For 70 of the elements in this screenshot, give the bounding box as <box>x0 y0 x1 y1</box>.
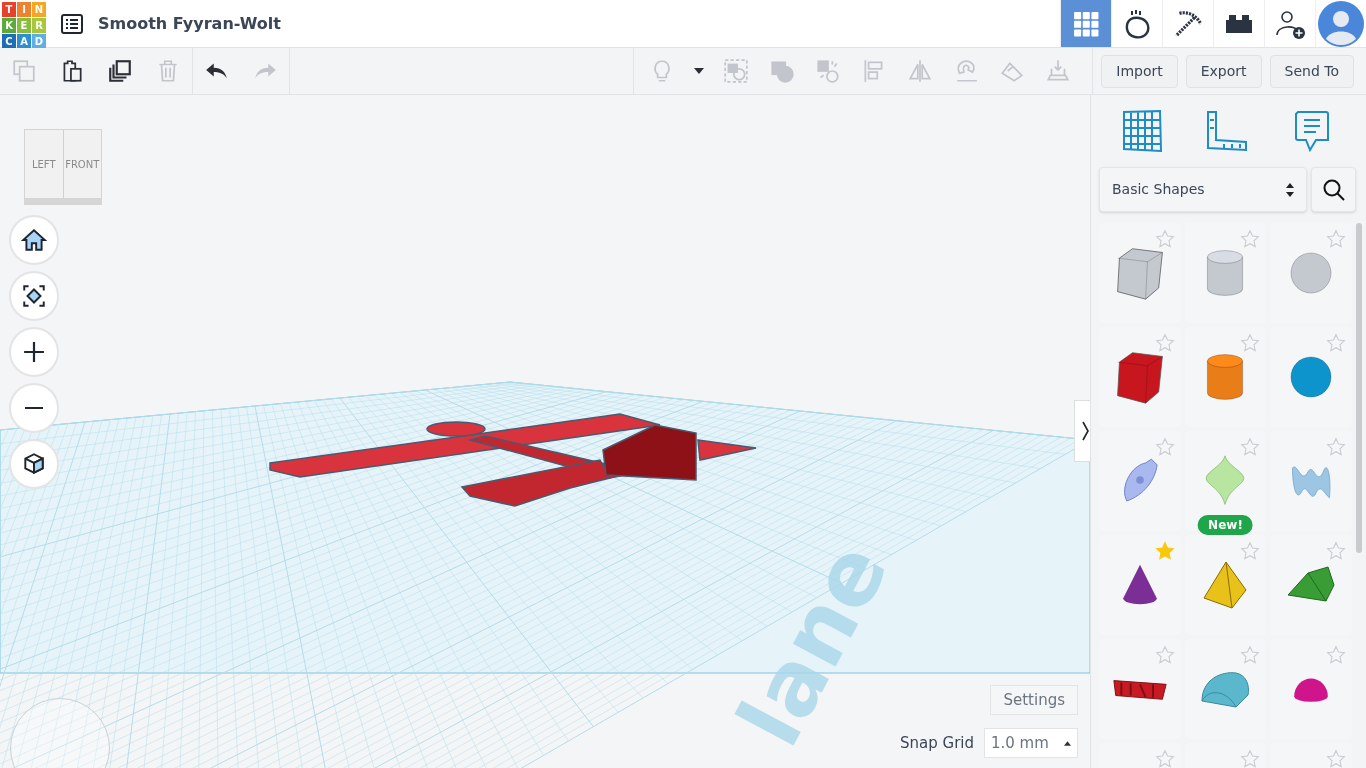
favorite-star-icon[interactable] <box>1240 749 1261 768</box>
brick-icon <box>1225 13 1253 34</box>
action-button[interactable]: Send To <box>1269 54 1354 88</box>
new-badge: New! <box>1198 515 1253 535</box>
logo[interactable]: T I N K E R C A D <box>2 1 46 46</box>
toolbar-button[interactable] <box>106 57 134 85</box>
logo-letter: N <box>32 1 46 17</box>
search-icon <box>1321 177 1346 202</box>
ruler-icon <box>1205 110 1248 152</box>
category-select[interactable]: Basic Shapes <box>1099 167 1307 212</box>
settings-button[interactable]: Settings <box>990 685 1078 715</box>
favorite-star-icon[interactable] <box>1154 229 1175 249</box>
scrollbar[interactable] <box>1356 223 1362 553</box>
cube-face-label: FRONT <box>64 157 101 172</box>
favorite-star-icon[interactable] <box>1326 749 1346 768</box>
view-control-button[interactable] <box>9 327 59 377</box>
action-button[interactable]: Export <box>1185 54 1262 88</box>
favorite-star-icon[interactable] <box>1154 645 1175 665</box>
design-title[interactable]: Smooth Fyyran-Wolt <box>98 11 281 36</box>
logo-letter: C <box>2 33 16 49</box>
favorite-star-icon[interactable] <box>1326 541 1346 561</box>
note-icon <box>1293 110 1330 152</box>
logo-letter: T <box>2 1 16 17</box>
logo-letter: D <box>32 33 46 49</box>
group-frame-icon <box>723 58 750 84</box>
grid-icon <box>1073 10 1099 37</box>
favorite-star-icon[interactable] <box>1154 749 1175 768</box>
mirror-icon <box>907 58 934 84</box>
zoom-in-icon <box>23 341 45 363</box>
favorite-star-icon[interactable] <box>1240 229 1261 249</box>
logo-letter: E <box>17 17 31 33</box>
favorite-star-icon[interactable] <box>1154 541 1175 561</box>
view-control-button[interactable] <box>9 215 59 265</box>
cube-face-label: LEFT <box>25 130 64 198</box>
drop-to-plane-icon <box>1045 58 1072 84</box>
logo-letter: K <box>2 17 16 33</box>
favorite-star-icon[interactable] <box>1326 333 1346 353</box>
favorite-star-icon[interactable] <box>1326 229 1346 249</box>
sort-caret-icon <box>1286 182 1294 197</box>
favorite-star-icon[interactable] <box>1240 645 1261 665</box>
favorite-star-icon[interactable] <box>1154 333 1175 353</box>
favorite-star-icon[interactable] <box>1326 437 1346 457</box>
ungroup-icon <box>815 58 842 84</box>
favorite-star-icon[interactable] <box>1240 333 1261 353</box>
action-button[interactable]: Import <box>1101 54 1178 88</box>
chevron-right-icon <box>1082 421 1090 441</box>
workplane-grid-icon <box>1121 110 1162 152</box>
duplicate-icon <box>107 58 133 84</box>
perspective-cube-icon <box>21 451 47 477</box>
group-icon <box>769 58 796 84</box>
snap-grid-label: Snap Grid <box>900 732 974 754</box>
search-button[interactable] <box>1311 167 1356 212</box>
logo-letter: R <box>32 17 46 33</box>
fit-view-icon <box>21 283 47 309</box>
favorite-star-icon[interactable] <box>1154 437 1175 457</box>
add-user-icon <box>1275 8 1305 39</box>
favorite-star-icon[interactable] <box>1240 437 1261 457</box>
design-list-icon[interactable] <box>60 11 84 36</box>
favorite-star-icon[interactable] <box>1326 645 1346 665</box>
caret-icon <box>694 68 705 74</box>
snap-grid-select[interactable]: 1.0 mm <box>984 728 1078 758</box>
pan-control[interactable] <box>10 698 110 768</box>
caret-icon <box>1064 740 1071 746</box>
view-control-button[interactable] <box>9 271 59 321</box>
favorite-star-icon[interactable] <box>1240 541 1261 561</box>
home-icon <box>21 227 47 253</box>
logo-letter: A <box>17 33 31 49</box>
logo-letter: I <box>17 1 31 17</box>
falling-rock-icon <box>1123 8 1151 39</box>
copy-icon <box>11 58 37 84</box>
